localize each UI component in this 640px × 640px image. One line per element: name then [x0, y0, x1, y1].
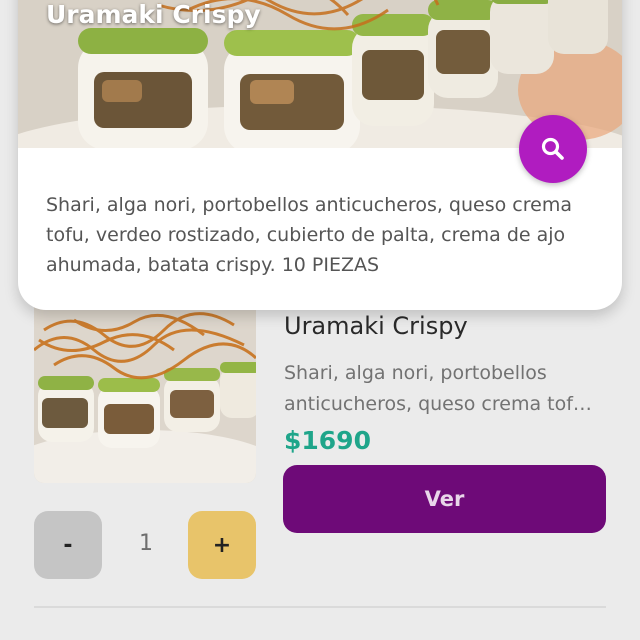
popup-title: Uramaki Crispy	[46, 0, 261, 29]
product-description-line-2: anticucheros, queso crema tof…	[284, 393, 592, 415]
quantity-value: 1	[139, 531, 153, 556]
search-button[interactable]	[519, 115, 587, 183]
product-detail-popup: Uramaki Crispy Shari, alga nori, portobe…	[18, 0, 622, 310]
increase-quantity-button[interactable]: +	[188, 511, 256, 579]
sushi-photo	[34, 290, 256, 483]
product-description-line-1: Shari, alga nori, portobellos	[284, 362, 547, 384]
product-description: Shari, alga nori, portobellos anticucher…	[284, 358, 614, 420]
product-name: Uramaki Crispy	[284, 312, 468, 340]
product-image[interactable]	[34, 290, 256, 483]
menu-page: Uramaki Crispy Shari, alga nori, portobe…	[0, 0, 640, 640]
popup-description-line-1: Shari, alga nori, portobellos anticucher…	[46, 194, 572, 216]
popup-description-line-3: ahumada, batata crispy. 10 PIEZAS	[46, 254, 380, 276]
popup-description: Shari, alga nori, portobellos anticucher…	[46, 190, 602, 280]
product-price: $1690	[284, 426, 371, 455]
divider	[34, 606, 606, 608]
search-icon	[541, 137, 564, 160]
decrease-quantity-button[interactable]: -	[34, 511, 102, 579]
view-button[interactable]: Ver	[283, 465, 606, 533]
popup-description-line-2: tofu, verdeo rostizado, cubierto de palt…	[46, 224, 566, 246]
